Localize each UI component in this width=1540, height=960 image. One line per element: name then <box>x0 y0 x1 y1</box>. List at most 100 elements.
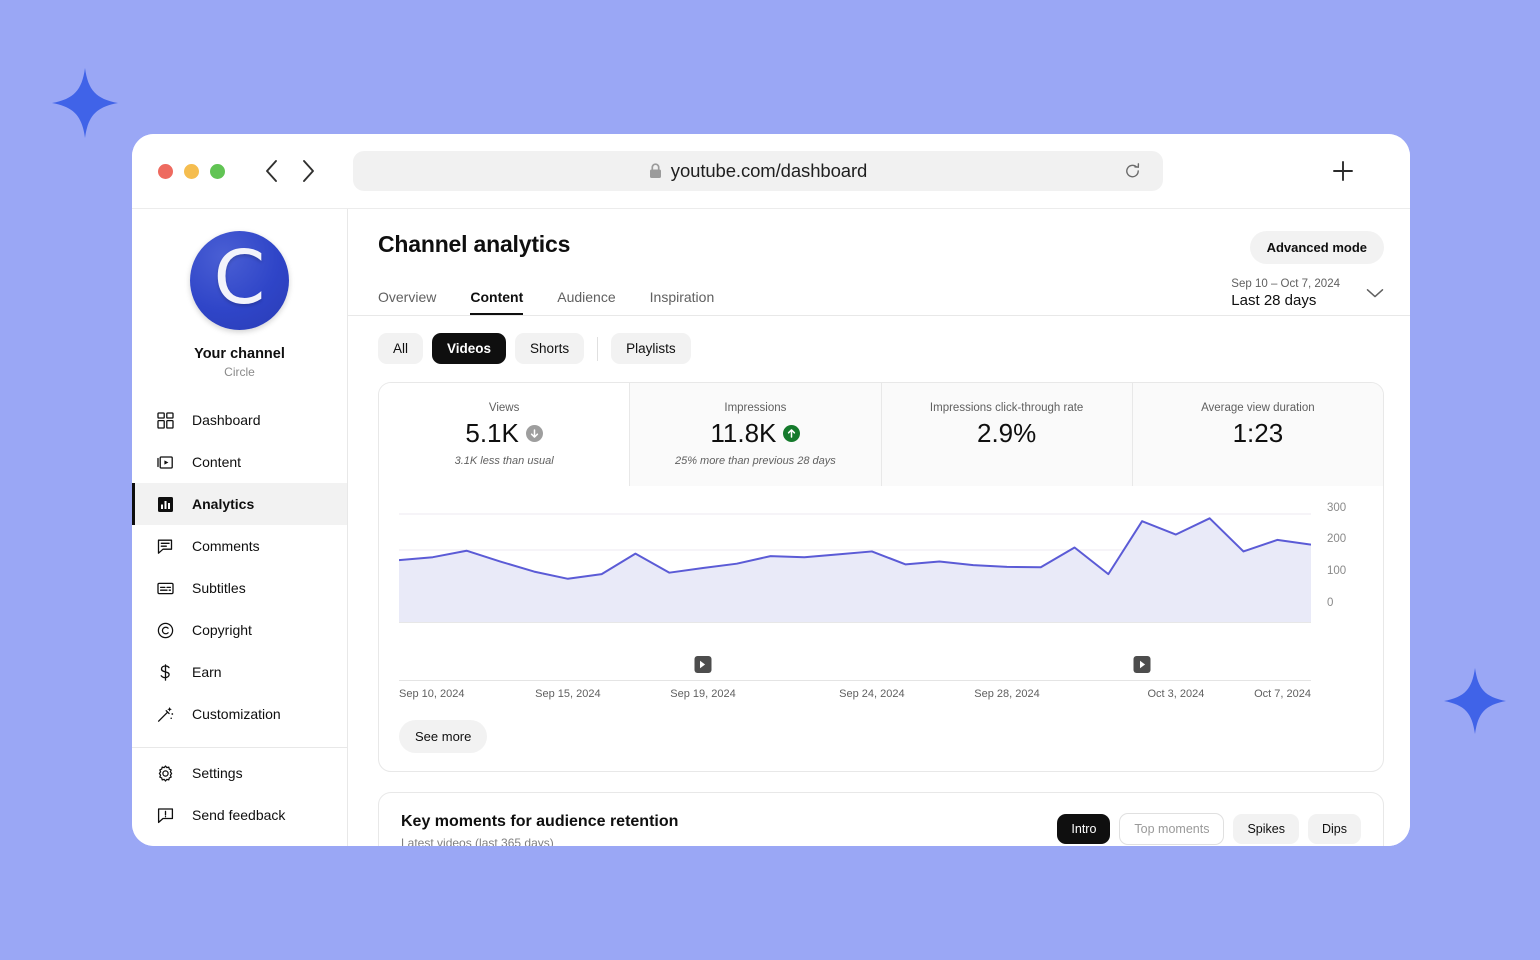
tab-content[interactable]: Content <box>470 289 523 315</box>
sidebar-item-subtitles[interactable]: Subtitles <box>132 567 347 609</box>
minimize-window-button[interactable] <box>184 163 199 179</box>
tab-inspiration[interactable]: Inspiration <box>650 289 715 315</box>
sidebar-item-settings[interactable]: Settings <box>132 752 347 794</box>
see-more-wrap: See more <box>379 720 1383 771</box>
chevron-down-icon[interactable] <box>1366 288 1384 299</box>
main-content: Channel analytics Advanced mode Overview… <box>348 209 1410 846</box>
sidebar: C Your channel Circle Dashboard Content <box>132 209 348 846</box>
metric-avg-view-duration[interactable]: Average view duration 1:23 <box>1132 383 1383 486</box>
forward-icon[interactable] <box>300 158 317 184</box>
reload-icon[interactable] <box>1124 163 1141 180</box>
chart-video-markers <box>399 654 1311 678</box>
metric-value: 5.1K <box>465 418 519 448</box>
content-video-icon <box>156 453 174 471</box>
key-moments-title: Key moments for audience retention <box>401 813 679 830</box>
maximize-window-button[interactable] <box>210 163 225 179</box>
chart-section: Sep 10, 2024 Sep 15, 2024 Sep 19, 2024 Sep … <box>379 486 1383 720</box>
chip-separator <box>597 336 599 361</box>
x-tick-label: Oct 3, 2024 <box>1147 688 1205 700</box>
sidebar-item-label: Content <box>192 454 242 470</box>
sidebar-item-send-feedback[interactable]: Send feedback <box>132 794 347 836</box>
metric-label: Average view duration <box>1201 402 1315 414</box>
tab-list: Overview Content Audience Inspiration <box>378 289 714 315</box>
metric-value-row: 1:23 <box>1143 418 1373 449</box>
analytics-bar-icon <box>156 495 174 513</box>
key-moments-chip-intro[interactable]: Intro <box>1057 814 1111 844</box>
page-title: Channel analytics <box>378 231 571 257</box>
sidebar-item-label: Analytics <box>192 496 255 512</box>
sidebar-item-analytics[interactable]: Analytics <box>132 483 347 525</box>
metric-label: Impressions click-through rate <box>929 402 1084 414</box>
filter-chip-videos[interactable]: Videos <box>432 333 507 364</box>
sidebar-item-comments[interactable]: Comments <box>132 525 347 567</box>
metric-label: Impressions <box>724 402 787 414</box>
metric-views[interactable]: Views 5.1K 3.1K less than usual <box>379 383 631 486</box>
metric-impressions[interactable]: Impressions 11.8K 25% more than previous… <box>630 383 882 486</box>
advanced-mode-button[interactable]: Advanced mode <box>1249 231 1384 264</box>
date-range-dates: Sep 10 – Oct 7, 2024 <box>1231 278 1340 290</box>
key-moments-card: Key moments for audience retention Lates… <box>378 792 1384 846</box>
key-moments-chip-top-moments[interactable]: Top moments <box>1119 813 1225 845</box>
chart-svg <box>399 504 1311 656</box>
sidebar-item-label: Earn <box>192 664 222 680</box>
copyright-icon <box>156 621 174 639</box>
metric-value: 11.8K <box>710 418 777 448</box>
analytics-card: Views 5.1K 3.1K less than usual Impressi… <box>378 382 1384 772</box>
tab-audience[interactable]: Audience <box>557 289 615 315</box>
sidebar-item-dashboard[interactable]: Dashboard <box>132 399 347 441</box>
sparkle-decoration-top-left <box>52 68 118 138</box>
x-tick-label: Sep 15, 2024 <box>535 688 601 700</box>
gear-icon <box>156 764 174 782</box>
play-marker-icon[interactable] <box>1133 656 1151 673</box>
arrow-down-circle-icon <box>525 425 543 442</box>
key-moments-chip-row: Intro Top moments Spikes Dips <box>1057 813 1361 845</box>
key-moments-chip-dips[interactable]: Dips <box>1307 814 1361 844</box>
tab-overview[interactable]: Overview <box>378 289 436 315</box>
sidebar-item-copyright[interactable]: Copyright <box>132 609 347 651</box>
lock-icon <box>649 163 662 179</box>
sidebar-item-content[interactable]: Content <box>132 441 347 483</box>
back-icon[interactable] <box>263 158 280 184</box>
filter-chip-shorts[interactable]: Shorts <box>515 333 585 364</box>
chart-x-axis-labels: Sep 10, 2024 Sep 15, 2024 Sep 19, 2024 Sep … <box>399 688 1311 706</box>
sidebar-item-audio-library[interactable]: Audio library <box>132 735 347 747</box>
new-tab-button[interactable] <box>1326 154 1360 188</box>
date-range-selector[interactable]: Sep 10 – Oct 7, 2024 Last 28 days <box>1231 278 1384 315</box>
subtitles-icon <box>156 579 174 597</box>
x-tick-label: Sep 10, 2024 <box>399 688 465 700</box>
metric-sub: 3.1K less than usual <box>454 455 554 467</box>
views-area-chart[interactable]: Sep 10, 2024 Sep 15, 2024 Sep 19, 2024 Sep … <box>379 504 1311 706</box>
sidebar-item-label: Dashboard <box>192 412 261 428</box>
channel-name: Your channel <box>194 346 285 362</box>
x-tick-label: Sep 28, 2024 <box>974 688 1040 700</box>
date-range-text: Sep 10 – Oct 7, 2024 Last 28 days <box>1231 278 1340 309</box>
play-marker-icon[interactable] <box>694 656 712 673</box>
filter-chip-playlists[interactable]: Playlists <box>611 333 691 364</box>
arrow-up-circle-icon <box>783 425 801 442</box>
x-tick-label: Oct 7, 2024 <box>1254 688 1311 700</box>
filter-chip-all[interactable]: All <box>378 333 424 364</box>
y-tick-0: 0 <box>1327 597 1334 609</box>
key-moments-chip-spikes[interactable]: Spikes <box>1233 814 1299 844</box>
sidebar-item-earn[interactable]: Earn <box>132 651 347 693</box>
metric-ctr[interactable]: Impressions click-through rate 2.9% <box>881 383 1133 486</box>
metric-label: Views <box>488 402 520 414</box>
sidebar-item-label: Comments <box>192 538 260 554</box>
chart-y-axis-labels: 300 200 100 0 <box>1311 502 1383 706</box>
feedback-icon <box>156 806 174 824</box>
url-text: youtube.com/dashboard <box>670 160 868 181</box>
close-window-button[interactable] <box>158 163 173 179</box>
metric-sub: 25% more than previous 28 days <box>674 455 836 467</box>
comment-icon <box>156 537 174 555</box>
key-moments-subtitle: Latest videos (last 365 days) <box>401 836 554 846</box>
avatar[interactable]: C <box>190 231 289 330</box>
browser-window: youtube.com/dashboard C Your channel Cir… <box>132 134 1410 846</box>
see-more-button[interactable]: See more <box>399 720 488 753</box>
address-bar[interactable]: youtube.com/dashboard <box>353 151 1163 191</box>
x-tick-label: Sep 24, 2024 <box>839 688 905 700</box>
channel-identity: C Your channel Circle <box>132 231 347 379</box>
key-moments-header: Key moments for audience retention Lates… <box>401 813 678 846</box>
metric-sub <box>892 455 1122 469</box>
sidebar-item-customization[interactable]: Customization <box>132 693 347 735</box>
window-traffic-lights <box>158 163 225 179</box>
